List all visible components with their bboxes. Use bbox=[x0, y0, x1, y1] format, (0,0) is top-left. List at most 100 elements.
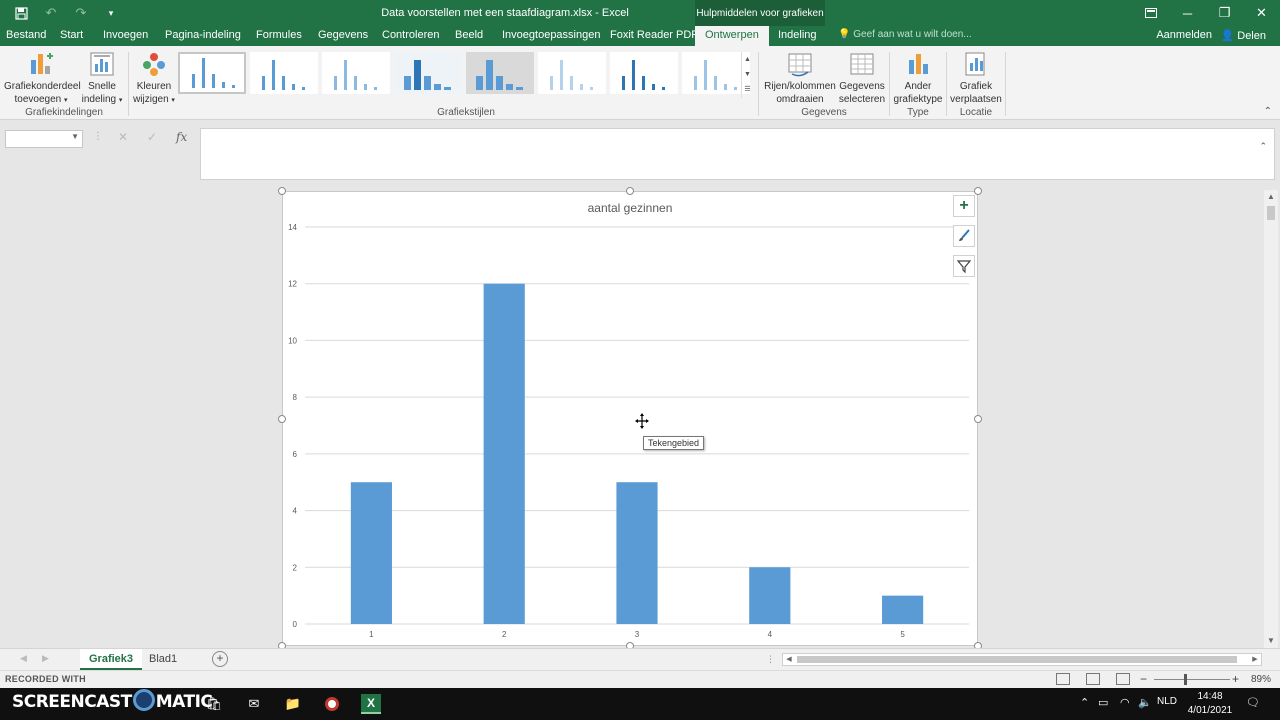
gallery-up-icon[interactable]: ▲ bbox=[742, 52, 753, 67]
vertical-scrollbar[interactable]: ▲ ▼ bbox=[1264, 190, 1278, 648]
horizontal-scrollbar[interactable]: ◀ ▶ bbox=[782, 653, 1262, 666]
resize-handle-top[interactable] bbox=[626, 187, 634, 195]
zoom-level[interactable]: 89% bbox=[1251, 674, 1271, 685]
excel-taskbar-icon[interactable]: X bbox=[361, 694, 381, 714]
resize-handle-top-right[interactable] bbox=[974, 187, 982, 195]
chart-style-2[interactable] bbox=[250, 52, 318, 94]
chart-filters-button[interactable] bbox=[953, 255, 975, 277]
enter-icon[interactable]: ✓ bbox=[147, 130, 157, 144]
recorder-icon[interactable] bbox=[322, 694, 342, 714]
chart-style-5[interactable] bbox=[466, 52, 534, 94]
page-break-view-icon[interactable] bbox=[1116, 673, 1130, 685]
tab-ontwerpen[interactable]: Ontwerpen bbox=[695, 26, 769, 46]
change-chart-type-button[interactable]: Ander grafiektype bbox=[892, 50, 944, 106]
clock[interactable]: 14:48 4/01/2021 bbox=[1184, 690, 1236, 718]
tab-pagina-indeling[interactable]: Pagina-indeling bbox=[165, 29, 241, 41]
tab-beeld[interactable]: Beeld bbox=[455, 29, 483, 41]
chart-style-3[interactable] bbox=[322, 52, 390, 94]
horizontal-scroll-thumb[interactable] bbox=[797, 656, 1237, 663]
quick-layout-button[interactable]: Snelle indeling ▾ bbox=[80, 50, 124, 107]
chart-styles-button[interactable] bbox=[953, 225, 975, 247]
move-chart-icon bbox=[962, 50, 990, 78]
cancel-icon[interactable]: ✕ bbox=[118, 130, 128, 144]
chart-elements-button[interactable]: + bbox=[953, 195, 975, 217]
switch-row-column-button[interactable]: Rijen/kolommen omdraaien bbox=[762, 50, 838, 106]
tab-start[interactable]: Start bbox=[60, 29, 83, 41]
bar-3[interactable] bbox=[616, 482, 658, 624]
tab-foxit-reader-pdf[interactable]: Foxit Reader PDF bbox=[610, 29, 698, 41]
tab-bestand[interactable]: Bestand bbox=[6, 29, 46, 41]
tab-gegevens[interactable]: Gegevens bbox=[318, 29, 368, 41]
share-button[interactable]: 👤 Delen bbox=[1220, 29, 1266, 42]
scroll-left-icon[interactable]: ◀ bbox=[783, 654, 795, 665]
normal-view-icon[interactable] bbox=[1056, 673, 1070, 685]
chart-style-8[interactable] bbox=[682, 52, 750, 94]
select-data-button[interactable]: Gegevens selecteren bbox=[838, 50, 886, 106]
bar-1[interactable] bbox=[350, 482, 392, 624]
chart-style-6[interactable] bbox=[538, 52, 606, 94]
gallery-scroll[interactable]: ▲ ▼ ☰ bbox=[741, 52, 753, 98]
formula-input[interactable]: ⌃ bbox=[200, 128, 1275, 180]
bar-2[interactable] bbox=[483, 283, 525, 624]
chart-area[interactable]: aantal gezinnen 0 2 4 6 8 10 12 14 1 2 3 4 5 + bbox=[282, 191, 978, 646]
tab-indeling[interactable]: Indeling bbox=[778, 29, 817, 41]
chart-style-1[interactable] bbox=[178, 52, 246, 94]
tab-invoegtoepassingen[interactable]: Invoegtoepassingen bbox=[502, 29, 600, 41]
name-box-dropdown-icon[interactable]: ▼ bbox=[71, 132, 79, 141]
plot-area[interactable]: 024681012141 2 3 4 5 bbox=[283, 192, 977, 645]
resize-handle-top-left[interactable] bbox=[278, 187, 286, 195]
collapse-formula-bar-icon[interactable]: ⌃ bbox=[1259, 141, 1267, 152]
file-explorer-icon[interactable]: 📁 bbox=[283, 694, 303, 714]
next-sheet-icon[interactable]: ▶ bbox=[42, 653, 49, 664]
zoom-in-icon[interactable]: + bbox=[1232, 672, 1239, 686]
bar-5[interactable] bbox=[882, 595, 924, 624]
notifications-icon[interactable]: 🗨 bbox=[1246, 696, 1260, 709]
volume-icon[interactable]: 🔈 bbox=[1138, 696, 1152, 709]
chart-style-4[interactable] bbox=[394, 52, 462, 94]
store-icon[interactable]: 🛍 bbox=[204, 694, 224, 714]
minimize-icon[interactable]: ─ bbox=[1169, 0, 1206, 26]
gallery-more-icon[interactable]: ☰ bbox=[742, 82, 753, 97]
scroll-right-icon[interactable]: ▶ bbox=[1249, 654, 1261, 665]
mail-icon[interactable]: ✉ bbox=[244, 694, 264, 714]
resize-handle-left[interactable] bbox=[278, 415, 286, 423]
tray-chevron-icon[interactable]: ⌃ bbox=[1080, 696, 1089, 709]
resize-handle-right[interactable] bbox=[974, 415, 982, 423]
tab-split-icon[interactable]: ⋮ bbox=[766, 654, 775, 665]
scroll-up-icon[interactable]: ▲ bbox=[1264, 190, 1278, 204]
tell-me-search[interactable]: 💡 Geef aan wat u wilt doen... bbox=[838, 29, 972, 40]
vertical-scroll-thumb[interactable] bbox=[1267, 206, 1275, 220]
name-box[interactable]: ▼ bbox=[5, 130, 83, 148]
chart-style-7[interactable] bbox=[610, 52, 678, 94]
sign-in-link[interactable]: Aanmelden bbox=[1156, 29, 1212, 41]
sheet-tab-blad1[interactable]: Blad1 bbox=[140, 649, 186, 670]
tab-formules[interactable]: Formules bbox=[256, 29, 302, 41]
ribbon-tabs: Bestand Start Invoegen Pagina-indeling F… bbox=[0, 26, 1280, 46]
insert-function-icon[interactable]: fx bbox=[176, 130, 187, 144]
close-icon[interactable]: ✕ bbox=[1243, 0, 1280, 26]
prev-sheet-icon[interactable]: ◀ bbox=[20, 653, 27, 664]
tab-invoegen[interactable]: Invoegen bbox=[103, 29, 148, 41]
scroll-down-icon[interactable]: ▼ bbox=[1264, 634, 1278, 648]
battery-icon[interactable]: ▭ bbox=[1098, 696, 1108, 709]
page-layout-view-icon[interactable] bbox=[1086, 673, 1100, 685]
bar-4[interactable] bbox=[749, 567, 791, 624]
add-sheet-icon[interactable]: + bbox=[212, 651, 228, 667]
collapse-ribbon-icon[interactable]: ⌃ bbox=[1264, 106, 1272, 117]
recorded-with-label: RECORDED WITH bbox=[5, 674, 86, 684]
change-colors-button[interactable]: Kleuren wijzigen ▾ bbox=[132, 50, 176, 107]
zoom-slider-knob[interactable] bbox=[1184, 674, 1187, 685]
move-chart-button[interactable]: Grafiek verplaatsen bbox=[950, 50, 1002, 106]
wifi-icon[interactable]: ◠ bbox=[1120, 696, 1130, 709]
zoom-out-icon[interactable]: − bbox=[1140, 672, 1147, 686]
restore-icon[interactable]: ❐ bbox=[1206, 0, 1243, 26]
ribbon-display-options-icon[interactable] bbox=[1132, 0, 1169, 26]
sheet-tab-grafiek3[interactable]: Grafiek3 bbox=[80, 649, 143, 670]
language-indicator[interactable]: NLD bbox=[1157, 696, 1177, 707]
tab-controleren[interactable]: Controleren bbox=[382, 29, 439, 41]
add-chart-element-button[interactable]: Grafiekonderdeel toevoegen ▾ bbox=[4, 50, 81, 107]
zoom-slider[interactable] bbox=[1154, 679, 1230, 680]
tell-me-placeholder: Geef aan wat u wilt doen... bbox=[853, 29, 972, 40]
y-tick-label-5: 10 bbox=[288, 336, 297, 345]
gallery-down-icon[interactable]: ▼ bbox=[742, 67, 753, 82]
